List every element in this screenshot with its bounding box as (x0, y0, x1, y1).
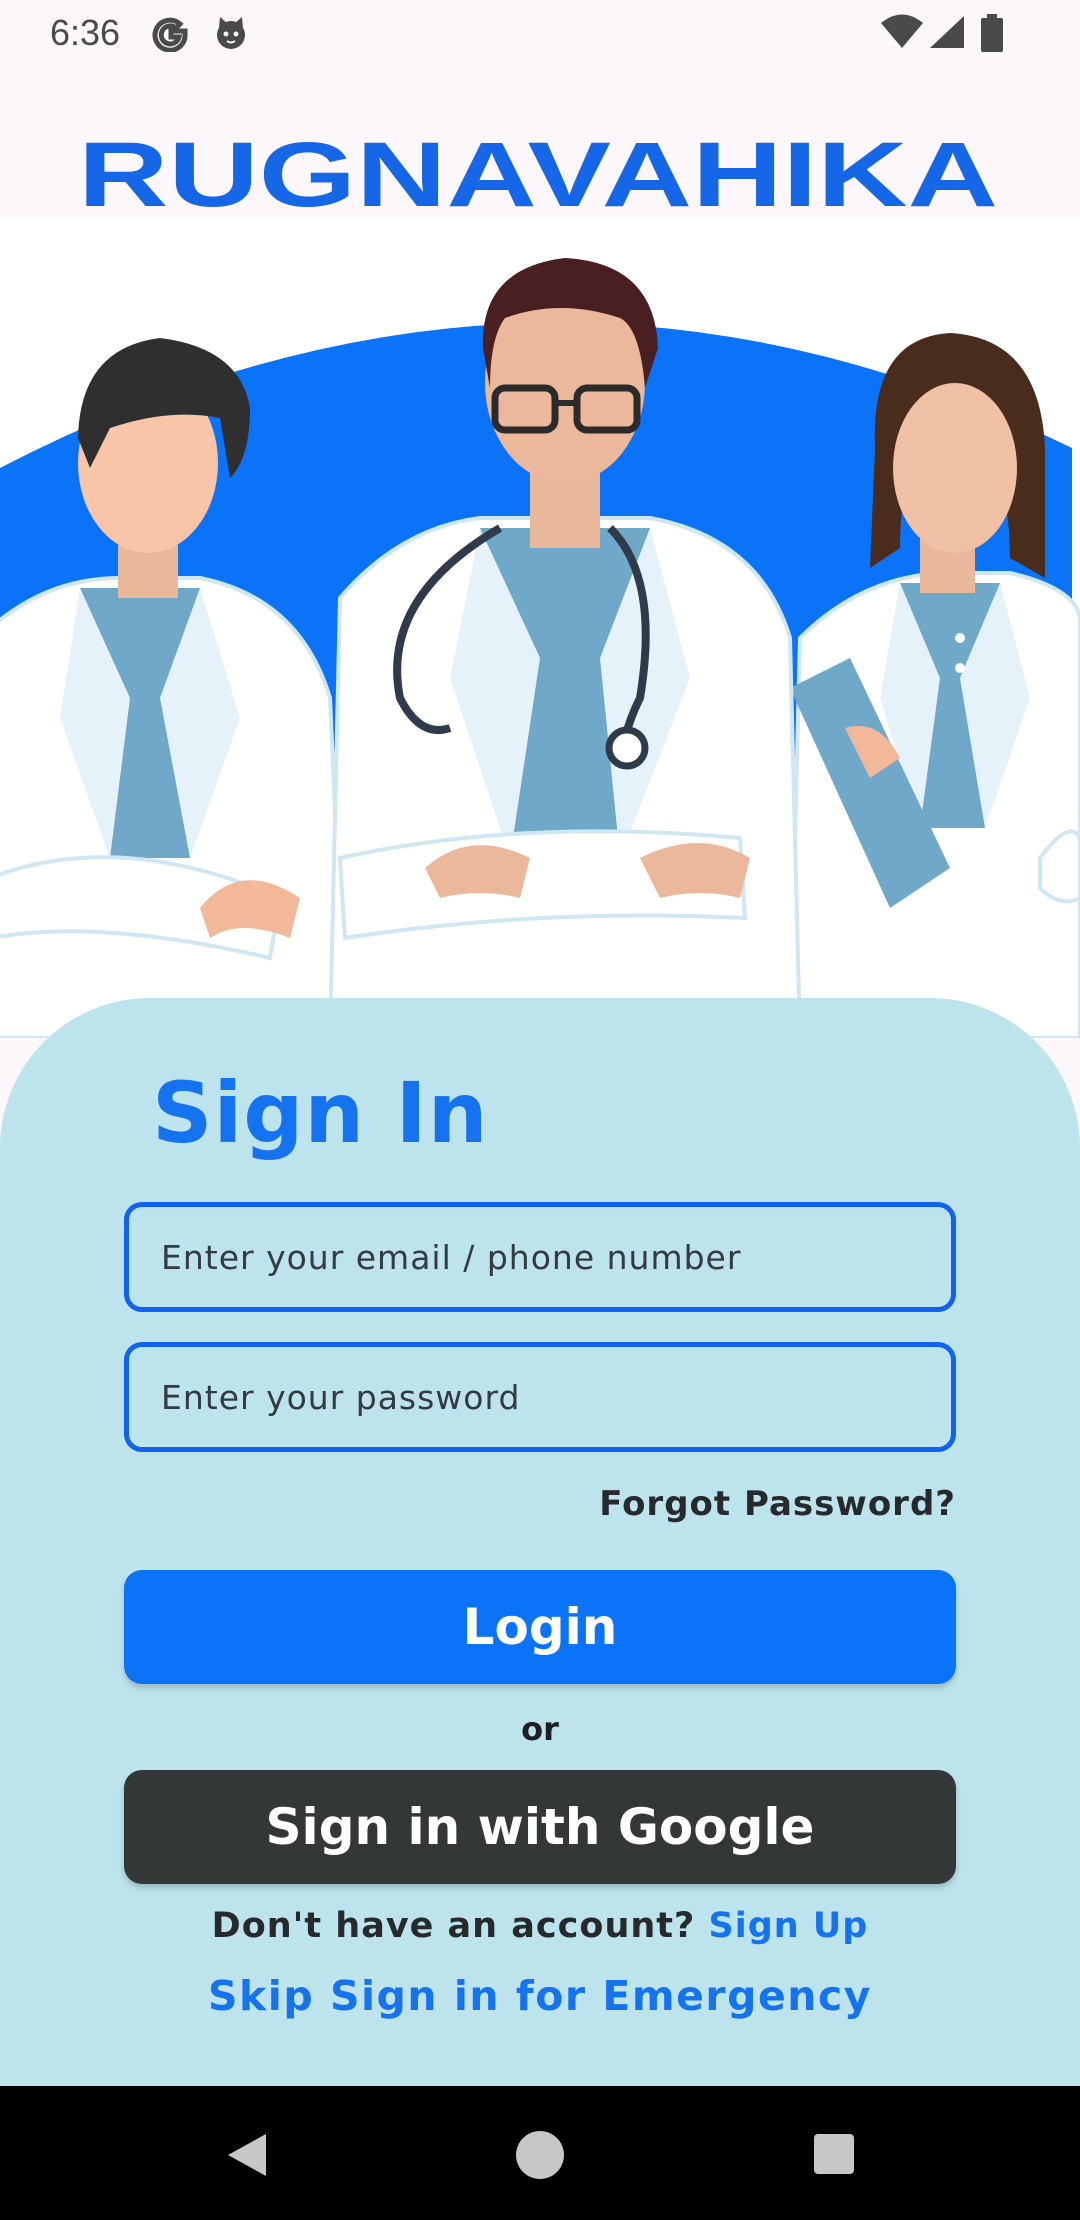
signup-row: Don't have an account? Sign Up (0, 1906, 1080, 1946)
sign-in-card: Sign In Enter your email / phone number … (0, 998, 1080, 2086)
or-divider-text: or (521, 1710, 559, 1748)
email-placeholder: Enter your email / phone number (161, 1237, 742, 1277)
hero-illustration (0, 218, 1080, 1038)
password-placeholder: Enter your password (161, 1377, 521, 1417)
no-account-text: Don't have an account? (211, 1906, 696, 1946)
login-button[interactable]: Login (124, 1570, 956, 1684)
password-field[interactable]: Enter your password (124, 1342, 956, 1452)
back-icon[interactable] (224, 2132, 270, 2178)
doctors-illustration (0, 258, 1080, 1038)
google-sign-in-button[interactable]: Sign in with Google (124, 1770, 956, 1884)
cat-icon (217, 17, 245, 49)
home-icon[interactable] (515, 2130, 565, 2180)
wifi-icon (881, 14, 923, 48)
skip-sign-in-link[interactable]: Skip Sign in for Emergency (0, 1972, 1080, 2020)
header: RUGNAVAHIKA (0, 68, 1080, 218)
signal-icon (930, 16, 964, 48)
status-bar: 6:36 (0, 0, 1080, 68)
battery-icon (981, 14, 1003, 52)
page-title: Sign In (152, 1064, 489, 1162)
sign-up-link[interactable]: Sign Up (709, 1906, 869, 1946)
forgot-password-link[interactable]: Forgot Password? (599, 1484, 956, 1524)
brand-logo-text: RUGNAVAHIKA (78, 124, 998, 214)
recent-apps-icon[interactable] (812, 2132, 856, 2176)
status-time: 6:36 (50, 12, 121, 53)
google-icon (152, 17, 188, 52)
email-field[interactable]: Enter your email / phone number (124, 1202, 956, 1312)
brand-logo: RUGNAVAHIKA (78, 124, 998, 214)
navigation-bar (0, 2086, 1080, 2220)
